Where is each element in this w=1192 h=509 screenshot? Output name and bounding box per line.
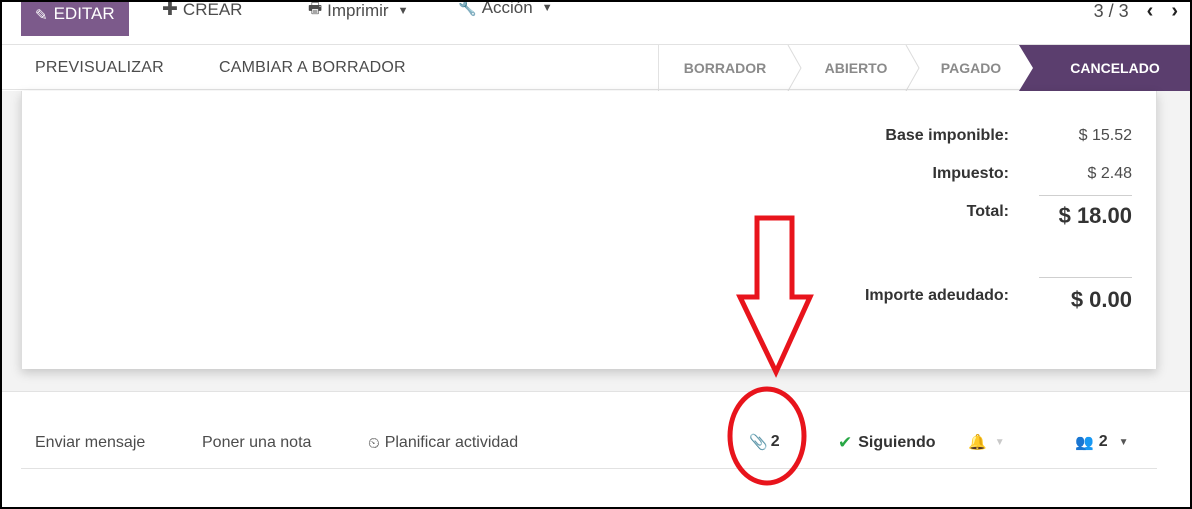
pager: 3 / 3 ‹ ›: [1094, 2, 1178, 23]
base-value: $ 15.52: [1078, 127, 1132, 144]
stage-pipeline: BORRADOR ABIERTO PAGADO CANCELADO: [658, 45, 1190, 91]
wrench-icon: 🔧: [458, 0, 477, 17]
create-button-label: CREAR: [182, 0, 243, 19]
stage-active-arrow: [1019, 45, 1035, 91]
reset-to-draft-button[interactable]: CAMBIAR A BORRADOR: [219, 59, 406, 77]
clock-icon: ⏲: [368, 434, 380, 452]
edit-button-label: EDITAR: [53, 4, 115, 23]
stage-separator: [905, 45, 920, 91]
status-bar: PREVISUALIZAR CAMBIAR A BORRADOR BORRADO…: [2, 44, 1190, 91]
send-message-button[interactable]: Enviar mensaje: [35, 434, 145, 452]
print-dropdown-label: Imprimir: [327, 0, 389, 20]
schedule-activity-label: Planificar actividad: [384, 434, 519, 451]
send-message-label: Enviar mensaje: [35, 434, 146, 451]
caret-down-icon: ▼: [1118, 436, 1129, 448]
stage-pagado[interactable]: PAGADO: [921, 45, 1021, 91]
invoice-sheet: Base imponible: $ 15.52 Impuesto: $ 2.48…: [21, 91, 1157, 369]
schedule-activity-button[interactable]: ⏲ Planificar actividad: [368, 434, 518, 452]
app-frame: ✎ EDITAR ✚ CREAR 🖶 Imprimir ▼ 🔧 Acción ▼…: [0, 0, 1192, 509]
tax-label: Impuesto:: [932, 165, 1009, 182]
followers-count: 2: [1098, 433, 1108, 450]
edit-button[interactable]: ✎ EDITAR: [21, 2, 129, 36]
total-value: $ 18.00: [1058, 203, 1132, 228]
check-icon: ✔: [838, 433, 853, 452]
pencil-icon: ✎: [35, 7, 48, 24]
divider: [1039, 277, 1132, 278]
bell-icon: 🔔: [968, 434, 987, 451]
attachments-count: 2: [770, 433, 780, 450]
base-label: Base imponible:: [885, 127, 1009, 144]
following-label: Siguiendo: [858, 434, 936, 451]
stage-abierto[interactable]: ABIERTO: [803, 45, 909, 91]
caret-down-icon: ▼: [397, 4, 409, 17]
chevron-right-icon[interactable]: ›: [1171, 2, 1178, 23]
users-icon: 👥: [1075, 434, 1094, 451]
total-label: Total:: [966, 203, 1009, 220]
followers-dropdown[interactable]: 👥 2 ▼: [1075, 433, 1129, 451]
print-dropdown[interactable]: 🖶 Imprimir ▼: [308, 0, 409, 23]
action-dropdown-label: Acción: [481, 0, 533, 17]
attachments-button[interactable]: 📎 2: [749, 433, 780, 451]
caret-down-icon: ▼: [541, 2, 553, 14]
chevron-left-icon[interactable]: ‹: [1147, 2, 1154, 23]
subscription-dropdown[interactable]: 🔔 ▼: [968, 433, 1005, 451]
paperclip-icon: 📎: [749, 434, 768, 451]
preview-button[interactable]: PREVISUALIZAR: [35, 59, 164, 77]
action-dropdown[interactable]: 🔧 Acción ▼: [458, 0, 553, 18]
divider: [1039, 195, 1132, 196]
print-icon: 🖶: [308, 0, 323, 17]
plus-icon: ✚: [162, 0, 178, 20]
amount-due-value: $ 0.00: [1070, 287, 1132, 312]
pager-value[interactable]: 3 / 3: [1094, 2, 1129, 22]
amount-due-label: Importe adeudado:: [864, 287, 1009, 304]
following-button[interactable]: ✔ Siguiendo: [838, 433, 936, 453]
tax-value: $ 2.48: [1087, 165, 1132, 182]
stage-borrador[interactable]: BORRADOR: [659, 45, 791, 91]
control-panel: ✎ EDITAR ✚ CREAR 🖶 Imprimir ▼ 🔧 Acción ▼…: [2, 0, 1190, 44]
chatter: Enviar mensaje Poner una nota ⏲ Planific…: [2, 391, 1190, 507]
chatter-divider: [21, 468, 1157, 469]
caret-down-icon: ▼: [994, 436, 1005, 448]
create-button[interactable]: ✚ CREAR: [162, 0, 243, 21]
stage-cancelado: CANCELADO: [1035, 45, 1190, 91]
stage-separator: [787, 45, 802, 91]
log-note-label: Poner una nota: [202, 434, 312, 451]
log-note-button[interactable]: Poner una nota: [202, 434, 311, 452]
